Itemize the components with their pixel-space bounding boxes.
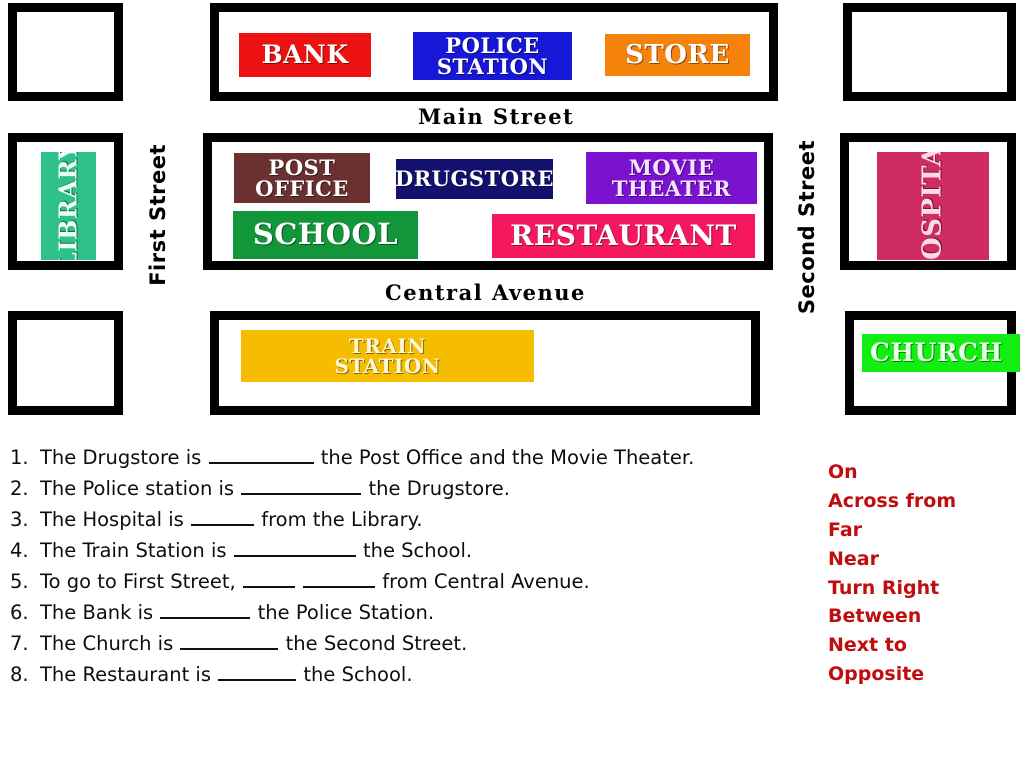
question-number: 7. <box>10 631 29 655</box>
question-fragment: The Drugstore is <box>40 445 208 469</box>
question-row: 2. The Police station is the Drugstore. <box>10 475 800 506</box>
question-fragment: from the Library. <box>255 507 423 531</box>
building-post-office: POST OFFICE <box>234 153 370 203</box>
building-bank: BANK <box>239 33 371 77</box>
map-block-middle-centre: POST OFFICE DRUGSTORE MOVIE THEATER SCHO… <box>203 133 773 270</box>
question-row: 8. The Restaurant is the School. <box>10 661 800 692</box>
map-block-top-right <box>843 3 1016 101</box>
building-drugstore: DRUGSTORE <box>396 159 553 199</box>
street-label-central-avenue: Central Avenue <box>385 280 586 305</box>
question-number: 6. <box>10 600 29 624</box>
town-map: BANK POLICE STATION STORE Main Street LI… <box>0 0 1024 418</box>
question-fragment: the School. <box>356 538 473 562</box>
map-block-top-left <box>8 3 123 101</box>
map-block-top-middle: BANK POLICE STATION STORE <box>210 3 778 101</box>
question-row: 3. The Hospital is from the Library. <box>10 506 800 537</box>
question-text: The Restaurant is the School. <box>40 661 413 686</box>
question-fragment: The Police station is <box>40 476 241 500</box>
answer-blank[interactable] <box>180 630 279 650</box>
question-number: 2. <box>10 476 29 500</box>
building-library: LIBRARY <box>41 152 96 260</box>
answer-blank[interactable] <box>208 444 314 464</box>
question-number: 5. <box>10 569 29 593</box>
word-bank-item[interactable]: Opposite <box>828 660 1018 689</box>
building-church: CHURCH <box>862 334 1020 372</box>
word-bank-item[interactable]: Near <box>828 545 1018 574</box>
question-fragment: The Train Station is <box>40 538 233 562</box>
building-school: SCHOOL <box>233 211 418 259</box>
answer-blank[interactable] <box>160 599 251 619</box>
word-bank-item[interactable]: Between <box>828 602 1018 631</box>
answer-blank[interactable] <box>241 475 362 495</box>
question-fragment: from Central Avenue. <box>376 569 590 593</box>
question-text: The Train Station is the School. <box>40 537 472 562</box>
question-number: 1. <box>10 445 29 469</box>
question-text: The Drugstore is the Post Office and the… <box>40 444 694 469</box>
question-number: 8. <box>10 662 29 686</box>
answer-blank[interactable] <box>233 537 356 557</box>
question-fragment: The Church is <box>40 631 180 655</box>
word-bank-item[interactable]: Across from <box>828 487 1018 516</box>
map-block-middle-left: LIBRARY <box>8 133 123 270</box>
street-label-main-street: Main Street <box>418 104 575 129</box>
question-text: The Church is the Second Street. <box>40 630 467 655</box>
answer-blank[interactable] <box>242 568 295 588</box>
question-text: The Police station is the Drugstore. <box>40 475 510 500</box>
question-fragment: the School. <box>297 662 413 686</box>
question-row: 7. The Church is the Second Street. <box>10 630 800 661</box>
question-row: 6. The Bank is the Police Station. <box>10 599 800 630</box>
questions-list: 1. The Drugstore is the Post Office and t… <box>10 444 800 692</box>
question-fragment: the Police Station. <box>251 600 435 624</box>
question-fragment: The Hospital is <box>40 507 191 531</box>
question-fragment: the Post Office and the Movie Theater. <box>314 445 695 469</box>
answer-blank[interactable] <box>191 506 255 526</box>
question-fragment: The Restaurant is <box>40 662 218 686</box>
building-movie-theater: MOVIE THEATER <box>586 152 757 204</box>
question-text: To go to First Street, from Central Aven… <box>40 568 590 593</box>
word-bank-item[interactable]: Next to <box>828 631 1018 660</box>
building-train-station: TRAIN STATION <box>241 330 534 382</box>
question-row: 1. The Drugstore is the Post Office and t… <box>10 444 800 475</box>
question-row: 5. To go to First Street, from Central Av… <box>10 568 800 599</box>
question-number: 3. <box>10 507 29 531</box>
answer-blank[interactable] <box>218 661 297 681</box>
word-bank-item[interactable]: On <box>828 458 1018 487</box>
word-bank-item[interactable]: Far <box>828 516 1018 545</box>
building-hospital: HOSPITAL <box>877 152 989 260</box>
question-fragment: the Second Street. <box>279 631 468 655</box>
street-label-first-street: First Street <box>146 144 170 286</box>
map-block-bottom-left <box>8 311 123 415</box>
answer-blank[interactable] <box>303 568 376 588</box>
question-number: 4. <box>10 538 29 562</box>
building-store: STORE <box>605 34 750 76</box>
question-fragment: The Bank is <box>40 600 160 624</box>
map-block-bottom-right: CHURCH <box>845 311 1020 415</box>
building-restaurant: RESTAURANT <box>492 214 755 258</box>
question-fragment: To go to First Street, <box>40 569 242 593</box>
question-fragment <box>296 570 302 593</box>
map-block-bottom-middle: TRAIN STATION <box>210 311 760 415</box>
question-text: The Hospital is from the Library. <box>40 506 423 531</box>
question-row: 4. The Train Station is the School. <box>10 537 800 568</box>
building-police-station: POLICE STATION <box>413 32 572 80</box>
question-fragment: the Drugstore. <box>362 476 510 500</box>
street-label-second-street: Second Street <box>795 140 819 315</box>
question-text: The Bank is the Police Station. <box>40 599 434 624</box>
word-bank-item[interactable]: Turn Right <box>828 574 1018 603</box>
map-block-middle-right: HOSPITAL <box>840 133 1016 270</box>
word-bank: On Across from Far Near Turn Right Between Nex… <box>828 458 1018 689</box>
